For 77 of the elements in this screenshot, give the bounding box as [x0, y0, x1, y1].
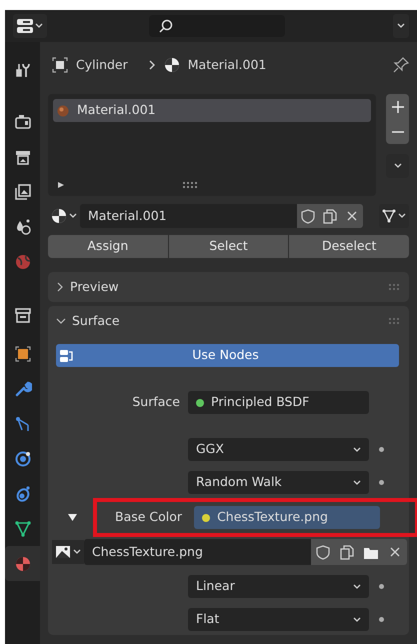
options-button[interactable]: [393, 14, 409, 38]
breadcrumb-material: Material.001: [188, 56, 266, 74]
collapsed-chevron-icon: [56, 282, 64, 292]
caret-icon: [394, 163, 402, 169]
square-icon: [14, 344, 32, 362]
editor-type-button[interactable]: [13, 14, 47, 38]
expanded-triangle-icon[interactable]: [68, 513, 77, 522]
grip-icon: [389, 284, 401, 290]
grip-icon: [389, 318, 401, 324]
action-button[interactable]: Deselect: [289, 235, 410, 258]
panel-icon: [17, 19, 33, 33]
keyframe-dot[interactable]: [379, 447, 384, 452]
fake-user-button[interactable]: [297, 204, 319, 228]
keyframe-dot[interactable]: [379, 480, 384, 485]
pin-icon[interactable]: [393, 57, 409, 73]
caret-icon: [73, 549, 81, 555]
copy-icon: [323, 208, 337, 224]
globe-icon: [14, 252, 32, 270]
use-nodes-button[interactable]: Use Nodes: [56, 344, 399, 367]
socket-label: Base Color: [115, 508, 182, 526]
constraint-icon: [14, 484, 32, 502]
caret-icon: [69, 213, 77, 219]
browse-image-button[interactable]: [52, 540, 84, 564]
material-icon: [164, 57, 180, 73]
unlink-button[interactable]: [341, 204, 363, 228]
caret-icon: [35, 23, 43, 29]
wrench-icon: [14, 380, 32, 398]
material-slot[interactable]: Material.001: [53, 99, 371, 122]
caret-icon: [398, 213, 406, 219]
sphere-icon: [57, 104, 69, 116]
orbit-icon: [14, 450, 32, 468]
keyframe-dot[interactable]: [379, 584, 384, 589]
keyframe-dot[interactable]: [379, 617, 384, 622]
caret-icon: [353, 480, 361, 486]
copy-icon: [340, 544, 354, 560]
image-stack-icon: [14, 182, 32, 200]
expanded-chevron-icon: [56, 317, 66, 325]
socket-field[interactable]: ChessTexture.png: [194, 506, 380, 529]
particles-icon: [14, 414, 32, 432]
node-icon: [60, 348, 74, 362]
panel-header[interactable]: Preview: [48, 272, 409, 302]
camera-icon: [14, 112, 32, 130]
caret-icon: [353, 584, 361, 590]
plus-icon: [392, 100, 404, 112]
object-icon: [52, 57, 68, 73]
panel-header[interactable]: Surface: [48, 306, 409, 336]
action-button[interactable]: Assign: [48, 235, 168, 258]
shield-icon: [301, 208, 315, 224]
fake-user-button[interactable]: [311, 539, 335, 565]
caret-icon: [353, 446, 361, 452]
expand-triangle-icon[interactable]: [57, 181, 65, 189]
image-name-field[interactable]: ChessTexture.png: [84, 539, 311, 565]
search-icon: [159, 19, 173, 33]
caret-icon: [353, 616, 361, 622]
unlink-button[interactable]: [383, 539, 407, 565]
shield-icon: [316, 544, 330, 560]
material-icon: [51, 208, 67, 224]
socket-field[interactable]: Principled BSDF: [188, 391, 369, 414]
triangle-icon: [14, 520, 32, 538]
link-type-button[interactable]: [379, 204, 409, 228]
grip-icon[interactable]: [183, 182, 197, 188]
caret-icon: [397, 23, 405, 29]
action-button[interactable]: Select: [168, 235, 288, 258]
dropdown-field[interactable]: Random Walk: [188, 471, 369, 494]
specials-button[interactable]: [386, 154, 409, 178]
material-name-field[interactable]: Material.001: [80, 204, 297, 228]
sphere-icon: [14, 554, 32, 572]
chevron-icon: [148, 60, 156, 70]
image-icon: [55, 545, 71, 559]
archive-icon: [14, 306, 32, 324]
search-field[interactable]: [149, 15, 285, 37]
breadcrumb-object: Cylinder: [76, 56, 128, 74]
dropdown-field[interactable]: GGX: [188, 438, 369, 461]
dropdown-field[interactable]: Flat: [188, 608, 369, 631]
socket-label: Surface: [132, 393, 180, 412]
triangle-icon: [382, 209, 396, 223]
dropdown-field[interactable]: Linear: [188, 575, 369, 598]
